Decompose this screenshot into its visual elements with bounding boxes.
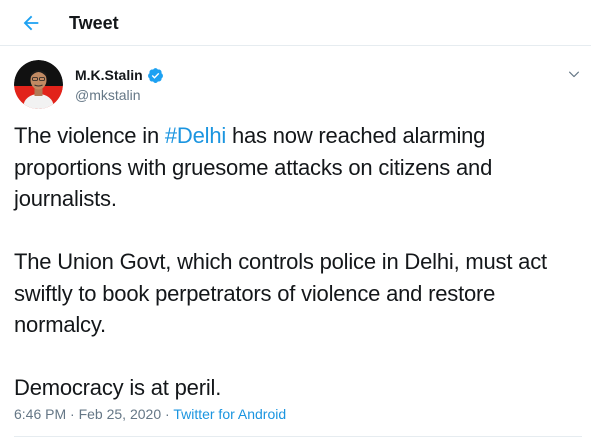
meta-separator: ·	[66, 406, 79, 422]
author-handle[interactable]: @mkstalin	[75, 86, 141, 104]
avatar-image	[14, 60, 63, 109]
tweet-body: The violence in #Delhi has now reached a…	[14, 120, 582, 404]
tweet-time[interactable]: 6:46 PM	[14, 406, 66, 422]
arrow-left-icon	[23, 15, 39, 31]
tweet-paragraph: Democracy is at peril.	[14, 375, 222, 400]
tweet-metadata: 6:46 PM · Feb 25, 2020 · Twitter for And…	[14, 405, 286, 423]
divider	[14, 436, 582, 437]
hashtag-link[interactable]: #Delhi	[165, 123, 226, 148]
back-button[interactable]	[14, 6, 48, 40]
author-display-name: M.K.Stalin	[75, 67, 143, 83]
tweet-text-segment: The violence in	[14, 123, 165, 148]
tweet-source-link[interactable]: Twitter for Android	[173, 406, 286, 422]
top-bar: Tweet	[0, 0, 591, 46]
avatar[interactable]	[14, 60, 63, 109]
tweet-date[interactable]: Feb 25, 2020	[79, 406, 162, 422]
author-name-row[interactable]: M.K.Stalin	[75, 66, 164, 84]
tweet-paragraph: The violence in #Delhi has now reached a…	[14, 120, 582, 215]
verified-badge-icon	[147, 67, 164, 84]
more-options-button[interactable]	[566, 66, 582, 82]
tweet-paragraph: The Union Govt, which controls police in…	[14, 249, 547, 337]
chevron-down-icon	[569, 71, 579, 78]
page-title: Tweet	[69, 13, 119, 33]
meta-separator: ·	[161, 406, 174, 422]
tweet-page: Tweet M.K.Stalin @mkstalin The violence …	[0, 0, 591, 443]
